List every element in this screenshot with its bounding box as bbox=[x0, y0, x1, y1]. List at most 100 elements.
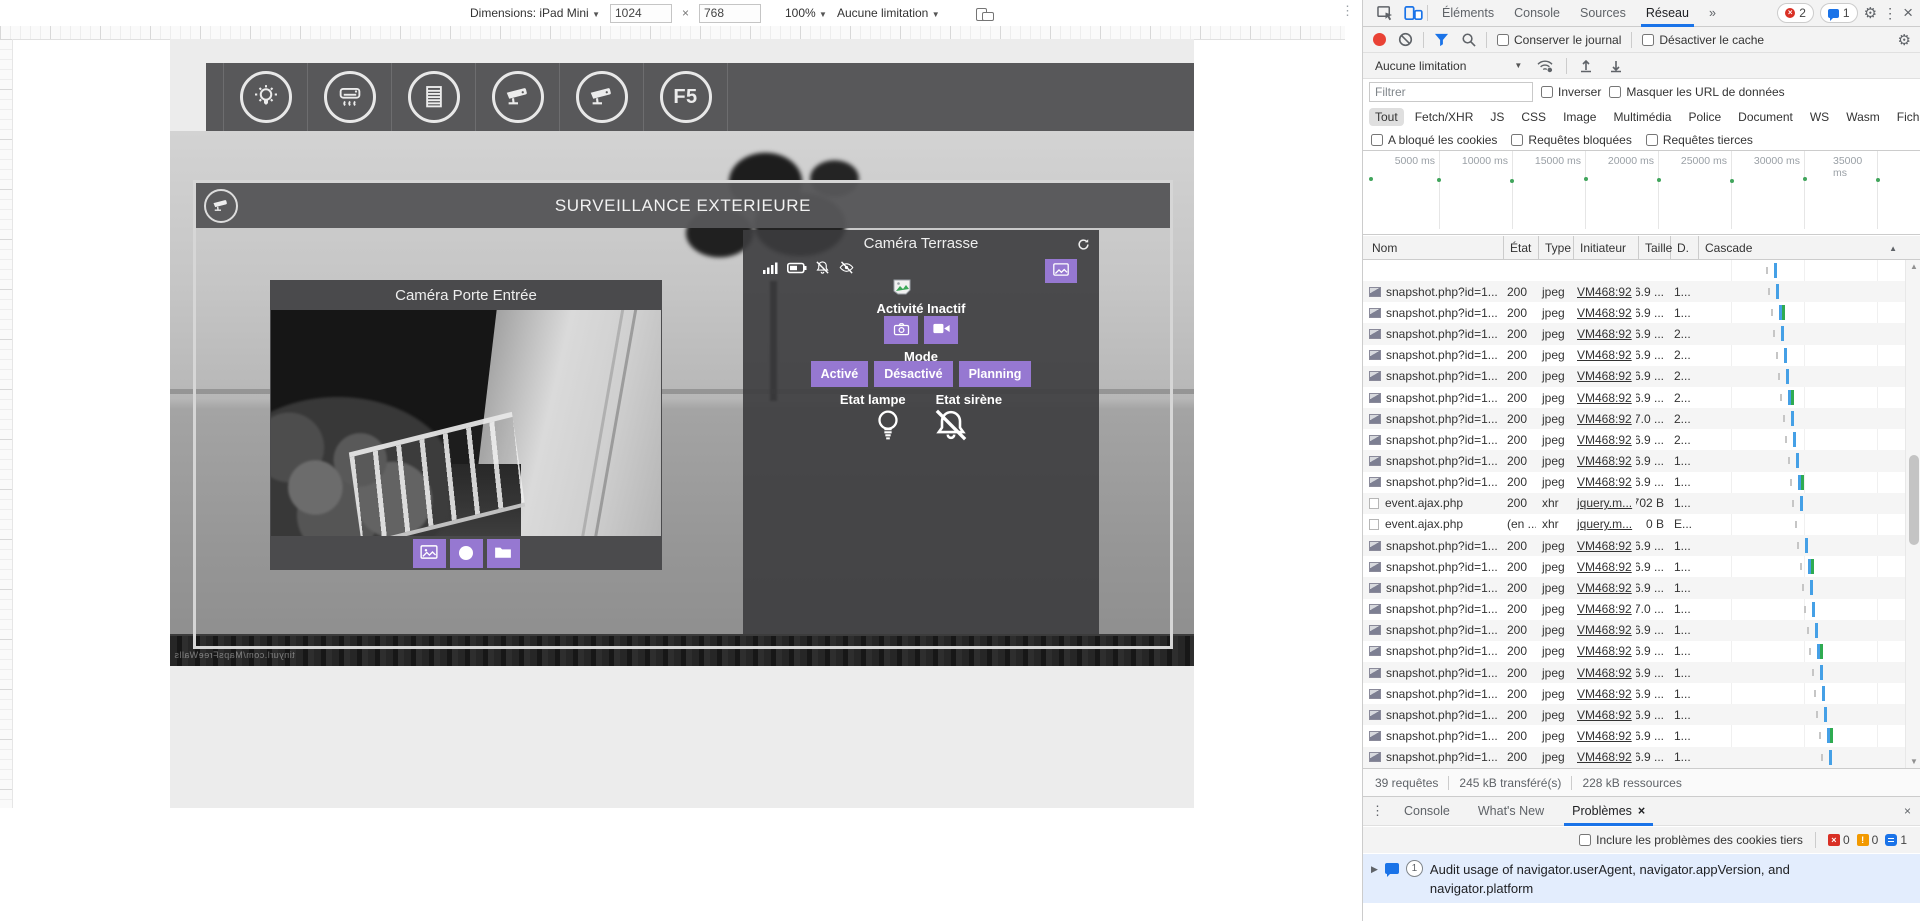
nav-light-button[interactable] bbox=[223, 63, 308, 131]
request-initiator-link[interactable]: VM468:92 bbox=[1577, 454, 1632, 468]
lamp-bulb-icon[interactable] bbox=[873, 408, 903, 447]
request-initiator-link[interactable]: VM468:92 bbox=[1577, 306, 1632, 320]
issue-row[interactable]: ▶ 1 Audit usage of navigator.userAgent, … bbox=[1363, 854, 1920, 903]
network-request-row[interactable]: snapshot.php?id=1... 200 jpeg VM468:92 6.9 .… bbox=[1363, 387, 1905, 408]
network-request-row[interactable]: snapshot.php?id=1... 200 jpeg VM468:92 6.9 .… bbox=[1363, 725, 1905, 746]
mode-active-button[interactable]: Activé bbox=[810, 361, 869, 387]
blocked-requests-checkbox[interactable]: Requêtes bloquées bbox=[1511, 133, 1632, 147]
throttle-select[interactable]: Aucune limitation ▼ bbox=[837, 6, 940, 20]
devtools-drag-handle[interactable]: ⋮ bbox=[1341, 3, 1354, 23]
network-request-row[interactable]: event.ajax.php 200 xhr jquery.m... 702 B 1... bbox=[1363, 492, 1905, 514]
preserve-log-checkbox[interactable]: Conserver le journal bbox=[1497, 33, 1621, 47]
siren-off-icon[interactable] bbox=[933, 408, 969, 447]
snapshot-button[interactable] bbox=[412, 538, 446, 568]
request-initiator-link[interactable]: VM468:92 bbox=[1577, 285, 1632, 299]
drawer-tab-console[interactable]: Console bbox=[1396, 797, 1458, 826]
request-initiator-link[interactable]: VM468:92 bbox=[1577, 327, 1632, 341]
devtools-menu-icon[interactable]: ⋮ bbox=[1883, 5, 1897, 22]
request-initiator-link[interactable]: VM468:92 bbox=[1577, 644, 1632, 658]
request-initiator-link[interactable]: VM468:92 bbox=[1577, 560, 1632, 574]
network-request-row[interactable]: snapshot.php?id=1... 200 jpeg VM468:92 6.9 .… bbox=[1363, 661, 1905, 684]
tab-sources[interactable]: Sources bbox=[1575, 0, 1631, 27]
drawer-tab-problems[interactable]: Problèmes × bbox=[1564, 797, 1653, 826]
filter-chip-wasm[interactable]: Wasm bbox=[1840, 108, 1886, 126]
network-request-row[interactable]: event.ajax.php (en ... xhr jquery.m... 0 B E.… bbox=[1363, 514, 1905, 535]
mode-disable-button[interactable]: Désactivé bbox=[874, 361, 953, 387]
throttling-select[interactable]: Aucune limitation bbox=[1375, 59, 1466, 73]
network-conditions-icon[interactable] bbox=[1536, 59, 1554, 73]
network-request-row[interactable]: snapshot.php?id=1... 200 jpeg VM468:92 6.9 .… bbox=[1363, 365, 1905, 387]
request-initiator-link[interactable]: VM468:92 bbox=[1577, 433, 1632, 447]
request-initiator-link[interactable]: VM468:92 bbox=[1577, 581, 1632, 595]
request-initiator-link[interactable]: VM468:92 bbox=[1577, 539, 1632, 553]
checkbox[interactable] bbox=[1642, 33, 1655, 46]
inspect-element-icon[interactable] bbox=[1377, 5, 1394, 21]
error-count-badge[interactable]: × 2 bbox=[1777, 3, 1814, 23]
filter-chip-fetch-xhr[interactable]: Fetch/XHR bbox=[1409, 108, 1480, 126]
column-header-initiateur[interactable]: Initiateur bbox=[1574, 236, 1639, 260]
scrollbar[interactable]: ▲ ▼ bbox=[1905, 260, 1920, 768]
fullscreen-view-button[interactable] bbox=[1045, 259, 1077, 283]
nav-camera1-button[interactable] bbox=[476, 63, 560, 131]
request-initiator-link[interactable]: VM468:92 bbox=[1577, 391, 1632, 405]
filter-chip-multim-dia[interactable]: Multimédia bbox=[1607, 108, 1677, 126]
checkbox[interactable] bbox=[1497, 33, 1509, 46]
request-initiator-link[interactable]: VM468:92 bbox=[1577, 750, 1632, 764]
nav-camera2-button[interactable] bbox=[560, 63, 644, 131]
tab-console[interactable]: Console bbox=[1509, 0, 1565, 27]
filter-chip-tout[interactable]: Tout bbox=[1369, 108, 1404, 126]
issue-count-badge[interactable]: 1 bbox=[1819, 3, 1858, 23]
drawer-tab-whats-new[interactable]: What's New bbox=[1470, 797, 1552, 826]
network-request-row[interactable]: snapshot.php?id=1... 200 jpeg VM468:92 6.9 .… bbox=[1363, 683, 1905, 704]
record-video-button[interactable] bbox=[924, 316, 958, 344]
zoom-select[interactable]: 100% ▼ bbox=[785, 6, 827, 20]
nav-climate-button[interactable] bbox=[308, 63, 392, 131]
viewport-width-input[interactable]: 1024 bbox=[609, 3, 672, 23]
scrollbar-thumb[interactable] bbox=[1909, 455, 1919, 545]
tab-elements[interactable]: Éléments bbox=[1437, 0, 1499, 27]
network-request-row[interactable]: snapshot.php?id=1... 200 jpeg VM468:92 6.9 .… bbox=[1363, 641, 1905, 662]
drawer-menu-icon[interactable]: ⋮ bbox=[1371, 803, 1384, 819]
network-request-row[interactable]: snapshot.php?id=1... 200 jpeg VM468:92 6.9 .… bbox=[1363, 535, 1905, 557]
third-party-checkbox[interactable]: Requêtes tierces bbox=[1645, 133, 1753, 147]
request-initiator-link[interactable]: VM468:92 bbox=[1577, 729, 1632, 743]
export-har-icon[interactable] bbox=[1609, 59, 1623, 73]
network-request-row[interactable]: snapshot.php?id=1... 200 jpeg VM468:92 6.9 .… bbox=[1363, 746, 1905, 768]
record-button[interactable] bbox=[449, 538, 483, 568]
column-header-type[interactable]: Type bbox=[1539, 236, 1574, 260]
column-header-état[interactable]: État bbox=[1504, 236, 1539, 260]
request-initiator-link[interactable]: VM468:92 bbox=[1577, 369, 1632, 383]
network-overview-timeline[interactable]: 5000 ms 10000 ms 15000 ms 20000 ms 25000 ms 3… bbox=[1363, 151, 1920, 235]
network-request-row[interactable]: snapshot.php?id=1... 200 jpeg VM468:92 7.0 .… bbox=[1363, 599, 1905, 620]
request-initiator-link[interactable]: VM468:92 bbox=[1577, 623, 1632, 637]
request-initiator-link[interactable]: jquery.m... bbox=[1577, 517, 1632, 531]
scroll-down-icon[interactable]: ▼ bbox=[1906, 757, 1920, 766]
network-request-row[interactable]: snapshot.php?id=1... 200 jpeg VM468:92 6.9 .… bbox=[1363, 323, 1905, 345]
column-header-cascade[interactable]: Cascade ▲ bbox=[1699, 236, 1905, 260]
include-third-party-cookies-checkbox[interactable]: Inclure les problèmes des cookies tiers bbox=[1579, 833, 1803, 847]
close-drawer-icon[interactable]: × bbox=[1904, 804, 1920, 818]
search-icon[interactable] bbox=[1461, 32, 1476, 47]
filter-chip-document[interactable]: Document bbox=[1732, 108, 1799, 126]
invert-checkbox[interactable]: Inverser bbox=[1541, 85, 1601, 99]
request-initiator-link[interactable]: VM468:92 bbox=[1577, 666, 1632, 680]
hide-data-urls-checkbox[interactable]: Masquer les URL de données bbox=[1609, 85, 1785, 99]
dimensions-select[interactable]: Dimensions: iPad Mini ▼ bbox=[470, 6, 600, 20]
filter-input[interactable] bbox=[1369, 82, 1533, 102]
request-initiator-link[interactable]: VM468:92 bbox=[1577, 708, 1632, 722]
refresh-icon[interactable] bbox=[1076, 237, 1091, 257]
network-settings-gear-icon[interactable]: ⚙ bbox=[1898, 31, 1920, 49]
blocked-cookies-checkbox[interactable]: A bloqué les cookies bbox=[1371, 133, 1497, 147]
request-initiator-link[interactable]: VM468:92 bbox=[1577, 348, 1632, 362]
take-photo-button[interactable] bbox=[884, 316, 918, 344]
recordings-folder-button[interactable] bbox=[486, 538, 520, 568]
request-initiator-link[interactable]: VM468:92 bbox=[1577, 412, 1632, 426]
request-initiator-link[interactable]: jquery.m... bbox=[1577, 496, 1632, 510]
filter-chip-ws[interactable]: WS bbox=[1804, 108, 1835, 126]
filter-chip-image[interactable]: Image bbox=[1557, 108, 1602, 126]
network-request-row[interactable]: snapshot.php?id=1... 200 jpeg VM468:92 6.9 .… bbox=[1363, 302, 1905, 323]
filter-chip-fichier-manifeste[interactable]: Fichier manifeste bbox=[1891, 108, 1920, 126]
network-request-row[interactable]: snapshot.php?id=1... 200 jpeg VM468:92 6.9 .… bbox=[1363, 345, 1905, 366]
column-header-d[interactable]: D. bbox=[1671, 236, 1699, 260]
settings-gear-icon[interactable]: ⚙ bbox=[1864, 4, 1877, 22]
